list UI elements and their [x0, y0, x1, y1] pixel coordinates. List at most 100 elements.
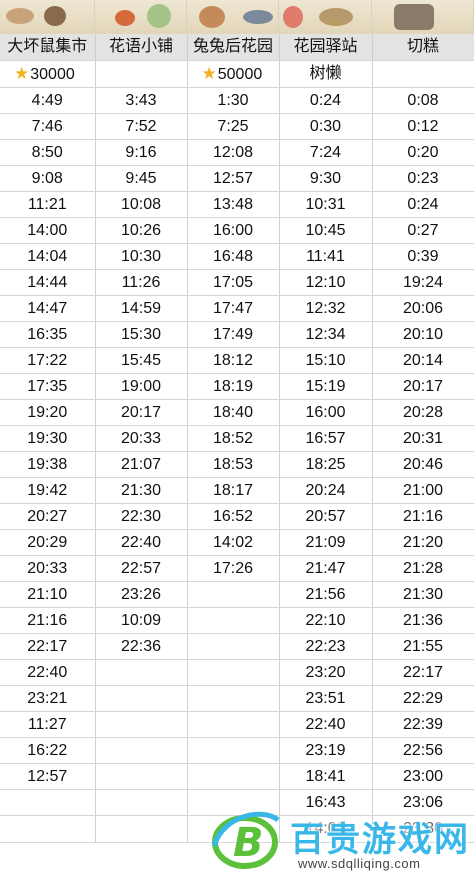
time-cell[interactable]: 20:33 [0, 555, 96, 582]
time-cell[interactable]: 20:28 [372, 399, 474, 426]
time-cell[interactable]: 20:06 [372, 295, 474, 322]
time-cell[interactable] [95, 685, 188, 712]
time-cell[interactable]: 10:45 [279, 217, 373, 244]
time-cell[interactable]: 16:22 [0, 737, 96, 764]
time-cell[interactable]: 23:21 [0, 685, 96, 712]
time-cell[interactable]: 0:23 [372, 165, 474, 192]
time-cell[interactable]: 22:10 [279, 607, 373, 634]
time-cell[interactable]: 0:12 [372, 113, 474, 140]
time-cell[interactable]: 22:40 [0, 659, 96, 686]
time-cell[interactable]: 21:00 [372, 477, 474, 504]
time-cell[interactable]: 16:48 [187, 243, 280, 270]
time-cell[interactable]: 14:59 [95, 295, 188, 322]
time-cell[interactable] [0, 789, 96, 816]
time-cell[interactable]: 11:27 [0, 711, 96, 738]
time-cell[interactable]: 15:30 [95, 321, 188, 348]
time-cell[interactable]: 23:20 [279, 659, 373, 686]
time-cell[interactable]: 19:00 [95, 373, 188, 400]
time-cell[interactable]: 23:19 [279, 737, 373, 764]
time-cell[interactable]: 19:42 [0, 477, 96, 504]
time-cell[interactable] [187, 763, 280, 790]
time-cell[interactable]: 20:24 [279, 477, 373, 504]
time-cell[interactable]: 23:26 [95, 581, 188, 608]
time-cell[interactable]: 10:31 [279, 191, 373, 218]
time-cell[interactable]: 0:27 [372, 217, 474, 244]
time-cell[interactable]: 22:30 [95, 503, 188, 530]
time-cell[interactable]: 10:09 [95, 607, 188, 634]
column-header[interactable]: 花语小铺 [95, 34, 188, 61]
time-cell[interactable]: 20:33 [95, 425, 188, 452]
time-cell[interactable]: 0:20 [372, 139, 474, 166]
time-cell[interactable]: 20:57 [279, 503, 373, 530]
time-cell[interactable]: 20:46 [372, 451, 474, 478]
prize-cell[interactable]: ★50000 [187, 60, 280, 88]
time-cell[interactable]: 10:26 [95, 217, 188, 244]
time-cell[interactable]: 21:16 [372, 503, 474, 530]
time-cell[interactable]: 22:56 [372, 737, 474, 764]
time-cell[interactable]: 16:00 [279, 399, 373, 426]
time-cell[interactable]: 20:29 [0, 529, 96, 556]
prize-cell[interactable] [372, 60, 474, 88]
time-cell[interactable]: 12:34 [279, 321, 373, 348]
time-cell[interactable]: 12:10 [279, 269, 373, 296]
time-cell[interactable]: 18:17 [187, 477, 280, 504]
time-cell[interactable]: 14:04 [0, 243, 96, 270]
time-cell[interactable]: 20:17 [372, 373, 474, 400]
time-cell[interactable]: 11:41 [279, 243, 373, 270]
time-cell[interactable]: 21:16 [0, 607, 96, 634]
time-cell[interactable]: 20:10 [372, 321, 474, 348]
time-cell[interactable]: 14:00 [0, 217, 96, 244]
time-cell[interactable] [95, 789, 188, 816]
time-cell[interactable]: 18:52 [187, 425, 280, 452]
time-cell[interactable]: 20:14 [372, 347, 474, 374]
time-cell[interactable]: 0:24 [372, 191, 474, 218]
time-cell[interactable]: 4:49 [0, 87, 96, 114]
column-header[interactable]: 切糕 [372, 34, 474, 61]
time-cell[interactable] [187, 659, 280, 686]
time-cell[interactable]: 20:27 [0, 503, 96, 530]
time-cell[interactable]: 7:24 [279, 139, 373, 166]
time-cell[interactable]: 0:08 [372, 87, 474, 114]
time-cell[interactable]: 12:32 [279, 295, 373, 322]
time-cell[interactable]: 17:22 [0, 347, 96, 374]
time-cell[interactable]: 23:00 [372, 763, 474, 790]
time-cell[interactable]: 14:47 [0, 295, 96, 322]
time-cell[interactable]: 21:30 [372, 581, 474, 608]
time-cell[interactable]: 21:28 [372, 555, 474, 582]
time-cell[interactable] [95, 659, 188, 686]
time-cell[interactable]: 19:30 [0, 425, 96, 452]
prize-cell[interactable]: 树懒 [279, 60, 373, 88]
time-cell[interactable]: 18:40 [187, 399, 280, 426]
time-cell[interactable]: 13:48 [187, 191, 280, 218]
time-cell[interactable]: 16:35 [0, 321, 96, 348]
time-cell[interactable]: 15:10 [279, 347, 373, 374]
time-cell[interactable]: 0:24 [279, 87, 373, 114]
time-cell[interactable]: 19:24 [372, 269, 474, 296]
time-cell[interactable]: 14:02 [187, 529, 280, 556]
time-cell[interactable]: 17:35 [0, 373, 96, 400]
time-cell[interactable]: 18:19 [187, 373, 280, 400]
time-cell[interactable]: 12:08 [187, 139, 280, 166]
time-cell[interactable] [95, 737, 188, 764]
time-cell[interactable]: 21:56 [279, 581, 373, 608]
time-cell[interactable]: 3:43 [95, 87, 188, 114]
time-cell[interactable]: 19:38 [0, 451, 96, 478]
time-cell[interactable]: 10:30 [95, 243, 188, 270]
time-cell[interactable]: 15:19 [279, 373, 373, 400]
time-cell[interactable]: 10:08 [95, 191, 188, 218]
time-cell[interactable]: 23:51 [279, 685, 373, 712]
time-cell[interactable]: 7:25 [187, 113, 280, 140]
time-cell[interactable]: 21:30 [95, 477, 188, 504]
time-cell[interactable]: 16:00 [187, 217, 280, 244]
time-cell[interactable]: 17:49 [187, 321, 280, 348]
prize-cell[interactable] [95, 60, 188, 88]
time-cell[interactable]: 18:25 [279, 451, 373, 478]
time-cell[interactable]: 18:53 [187, 451, 280, 478]
time-cell[interactable]: 17:05 [187, 269, 280, 296]
time-cell[interactable]: 21:10 [0, 581, 96, 608]
time-cell[interactable]: 11:26 [95, 269, 188, 296]
time-cell[interactable] [187, 685, 280, 712]
time-cell[interactable]: 22:17 [372, 659, 474, 686]
time-cell[interactable]: 16:52 [187, 503, 280, 530]
time-cell[interactable]: 20:31 [372, 425, 474, 452]
